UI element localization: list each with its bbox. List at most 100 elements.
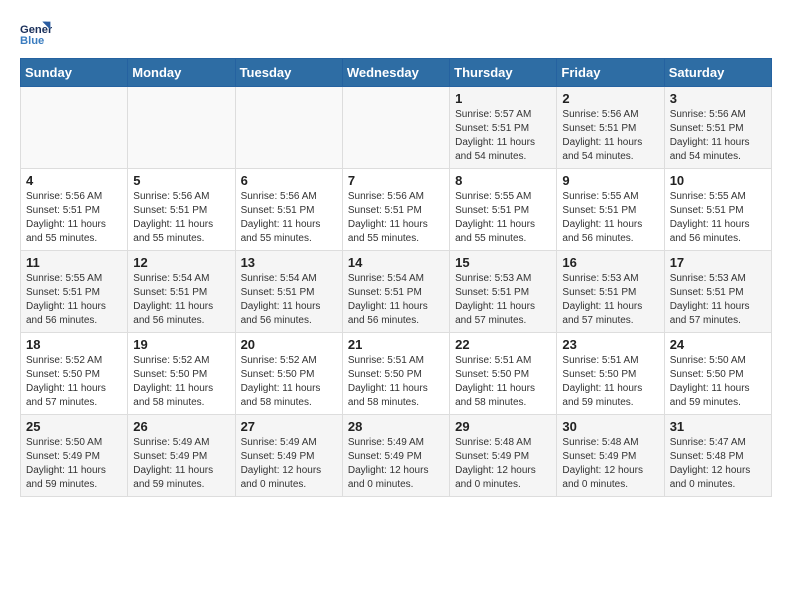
calendar-cell: 10 Sunrise: 5:55 AMSunset: 5:51 PMDayligh…	[664, 169, 771, 251]
calendar-week-4: 18 Sunrise: 5:52 AMSunset: 5:50 PMDayligh…	[21, 333, 772, 415]
calendar-header-row: SundayMondayTuesdayWednesdayThursdayFrid…	[21, 59, 772, 87]
day-number: 4	[26, 173, 122, 188]
day-number: 9	[562, 173, 658, 188]
day-info: Sunrise: 5:56 AMSunset: 5:51 PMDaylight:…	[133, 190, 229, 246]
day-number: 25	[26, 419, 122, 434]
day-info: Sunrise: 5:51 AMSunset: 5:50 PMDaylight:…	[562, 354, 658, 410]
day-number: 16	[562, 255, 658, 270]
day-number: 17	[670, 255, 766, 270]
page-header: General Blue	[20, 20, 772, 48]
day-number: 30	[562, 419, 658, 434]
day-number: 11	[26, 255, 122, 270]
day-number: 12	[133, 255, 229, 270]
day-header-wednesday: Wednesday	[342, 59, 449, 87]
day-info: Sunrise: 5:50 AMSunset: 5:49 PMDaylight:…	[26, 436, 122, 492]
calendar-cell	[128, 87, 235, 169]
calendar-cell: 18 Sunrise: 5:52 AMSunset: 5:50 PMDayligh…	[21, 333, 128, 415]
day-info: Sunrise: 5:55 AMSunset: 5:51 PMDaylight:…	[670, 190, 766, 246]
day-info: Sunrise: 5:49 AMSunset: 5:49 PMDaylight:…	[348, 436, 444, 492]
day-info: Sunrise: 5:52 AMSunset: 5:50 PMDaylight:…	[241, 354, 337, 410]
day-header-monday: Monday	[128, 59, 235, 87]
calendar-cell	[235, 87, 342, 169]
day-header-thursday: Thursday	[450, 59, 557, 87]
day-number: 28	[348, 419, 444, 434]
calendar-cell: 6 Sunrise: 5:56 AMSunset: 5:51 PMDaylight…	[235, 169, 342, 251]
calendar-cell: 26 Sunrise: 5:49 AMSunset: 5:49 PMDayligh…	[128, 415, 235, 497]
day-info: Sunrise: 5:56 AMSunset: 5:51 PMDaylight:…	[670, 108, 766, 164]
calendar-cell: 2Sunrise: 5:56 AMSunset: 5:51 PMDaylight…	[557, 87, 664, 169]
calendar-cell: 7Sunrise: 5:56 AMSunset: 5:51 PMDaylight…	[342, 169, 449, 251]
calendar-table: SundayMondayTuesdayWednesdayThursdayFrid…	[20, 58, 772, 497]
day-number: 10	[670, 173, 766, 188]
calendar-cell	[342, 87, 449, 169]
calendar-cell: 5Sunrise: 5:56 AMSunset: 5:51 PMDaylight…	[128, 169, 235, 251]
day-number: 22	[455, 337, 551, 352]
calendar-week-1: 1 Sunrise: 5:57 AMSunset: 5:51 PMDaylight…	[21, 87, 772, 169]
day-number: 8	[455, 173, 551, 188]
day-number: 1	[455, 91, 551, 106]
day-number: 21	[348, 337, 444, 352]
calendar-cell: 24 Sunrise: 5:50 AMSunset: 5:50 PMDayligh…	[664, 333, 771, 415]
day-info: Sunrise: 5:55 AMSunset: 5:51 PMDaylight:…	[562, 190, 658, 246]
calendar-cell: 14 Sunrise: 5:54 AMSunset: 5:51 PMDayligh…	[342, 251, 449, 333]
day-info: Sunrise: 5:56 AMSunset: 5:51 PMDaylight:…	[348, 190, 444, 246]
day-number: 27	[241, 419, 337, 434]
calendar-cell: 25 Sunrise: 5:50 AMSunset: 5:49 PMDayligh…	[21, 415, 128, 497]
day-info: Sunrise: 5:57 AMSunset: 5:51 PMDaylight:…	[455, 108, 551, 164]
calendar-cell: 29Sunrise: 5:48 AMSunset: 5:49 PMDayligh…	[450, 415, 557, 497]
day-info: Sunrise: 5:55 AMSunset: 5:51 PMDaylight:…	[455, 190, 551, 246]
calendar-cell: 3 Sunrise: 5:56 AMSunset: 5:51 PMDaylight…	[664, 87, 771, 169]
day-info: Sunrise: 5:49 AMSunset: 5:49 PMDaylight:…	[133, 436, 229, 492]
day-number: 18	[26, 337, 122, 352]
calendar-cell: 17 Sunrise: 5:53 AMSunset: 5:51 PMDayligh…	[664, 251, 771, 333]
day-number: 24	[670, 337, 766, 352]
svg-text:Blue: Blue	[20, 35, 44, 47]
day-header-sunday: Sunday	[21, 59, 128, 87]
calendar-cell: 4 Sunrise: 5:56 AMSunset: 5:51 PMDaylight…	[21, 169, 128, 251]
day-info: Sunrise: 5:56 AMSunset: 5:51 PMDaylight:…	[562, 108, 658, 164]
day-header-tuesday: Tuesday	[235, 59, 342, 87]
logo: General Blue	[20, 20, 52, 48]
day-info: Sunrise: 5:53 AMSunset: 5:51 PMDaylight:…	[670, 272, 766, 328]
day-number: 31	[670, 419, 766, 434]
day-number: 14	[348, 255, 444, 270]
day-info: Sunrise: 5:51 AMSunset: 5:50 PMDaylight:…	[348, 354, 444, 410]
day-info: Sunrise: 5:56 AMSunset: 5:51 PMDaylight:…	[241, 190, 337, 246]
day-number: 23	[562, 337, 658, 352]
calendar-cell: 1 Sunrise: 5:57 AMSunset: 5:51 PMDaylight…	[450, 87, 557, 169]
day-info: Sunrise: 5:53 AMSunset: 5:51 PMDaylight:…	[455, 272, 551, 328]
day-number: 3	[670, 91, 766, 106]
day-number: 26	[133, 419, 229, 434]
day-info: Sunrise: 5:54 AMSunset: 5:51 PMDaylight:…	[133, 272, 229, 328]
calendar-cell: 28 Sunrise: 5:49 AMSunset: 5:49 PMDayligh…	[342, 415, 449, 497]
calendar-cell: 13 Sunrise: 5:54 AMSunset: 5:51 PMDayligh…	[235, 251, 342, 333]
logo-icon: General Blue	[20, 20, 52, 48]
day-info: Sunrise: 5:48 AMSunset: 5:49 PMDaylight:…	[455, 436, 551, 492]
day-info: Sunrise: 5:53 AMSunset: 5:51 PMDaylight:…	[562, 272, 658, 328]
calendar-cell: 15Sunrise: 5:53 AMSunset: 5:51 PMDayligh…	[450, 251, 557, 333]
day-header-saturday: Saturday	[664, 59, 771, 87]
calendar-cell: 8 Sunrise: 5:55 AMSunset: 5:51 PMDaylight…	[450, 169, 557, 251]
day-number: 20	[241, 337, 337, 352]
day-info: Sunrise: 5:52 AMSunset: 5:50 PMDaylight:…	[133, 354, 229, 410]
day-number: 13	[241, 255, 337, 270]
calendar-cell: 9 Sunrise: 5:55 AMSunset: 5:51 PMDaylight…	[557, 169, 664, 251]
calendar-cell: 30Sunrise: 5:48 AMSunset: 5:49 PMDayligh…	[557, 415, 664, 497]
calendar-cell: 21 Sunrise: 5:51 AMSunset: 5:50 PMDayligh…	[342, 333, 449, 415]
day-info: Sunrise: 5:54 AMSunset: 5:51 PMDaylight:…	[348, 272, 444, 328]
calendar-cell: 11 Sunrise: 5:55 AMSunset: 5:51 PMDayligh…	[21, 251, 128, 333]
calendar-cell: 31Sunrise: 5:47 AMSunset: 5:48 PMDayligh…	[664, 415, 771, 497]
day-info: Sunrise: 5:49 AMSunset: 5:49 PMDaylight:…	[241, 436, 337, 492]
day-info: Sunrise: 5:55 AMSunset: 5:51 PMDaylight:…	[26, 272, 122, 328]
calendar-cell: 20 Sunrise: 5:52 AMSunset: 5:50 PMDayligh…	[235, 333, 342, 415]
day-number: 6	[241, 173, 337, 188]
day-info: Sunrise: 5:52 AMSunset: 5:50 PMDaylight:…	[26, 354, 122, 410]
day-number: 19	[133, 337, 229, 352]
calendar-cell: 27 Sunrise: 5:49 AMSunset: 5:49 PMDayligh…	[235, 415, 342, 497]
day-info: Sunrise: 5:56 AMSunset: 5:51 PMDaylight:…	[26, 190, 122, 246]
calendar-week-5: 25 Sunrise: 5:50 AMSunset: 5:49 PMDayligh…	[21, 415, 772, 497]
calendar-cell: 22 Sunrise: 5:51 AMSunset: 5:50 PMDayligh…	[450, 333, 557, 415]
day-info: Sunrise: 5:51 AMSunset: 5:50 PMDaylight:…	[455, 354, 551, 410]
day-info: Sunrise: 5:50 AMSunset: 5:50 PMDaylight:…	[670, 354, 766, 410]
day-info: Sunrise: 5:54 AMSunset: 5:51 PMDaylight:…	[241, 272, 337, 328]
